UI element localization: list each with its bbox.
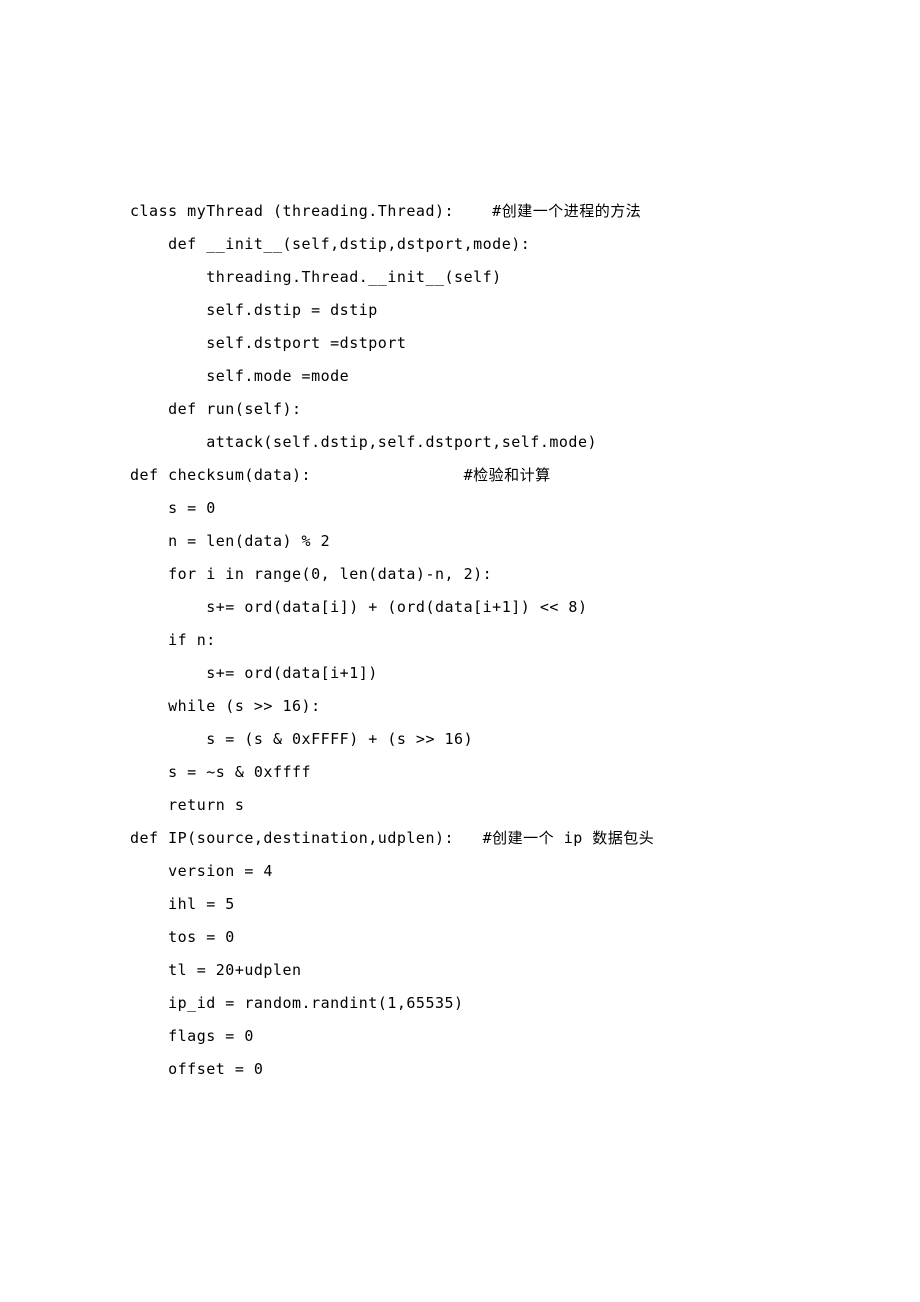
- code-line: threading.Thread.__init__(self): [130, 261, 790, 294]
- code-line: tos = 0: [130, 921, 790, 954]
- code-line: s = 0: [130, 492, 790, 525]
- code-line: self.mode =mode: [130, 360, 790, 393]
- code-line: attack(self.dstip,self.dstport,self.mode…: [130, 426, 790, 459]
- code-line: ihl = 5: [130, 888, 790, 921]
- code-line: def checksum(data): #检验和计算: [130, 459, 790, 492]
- code-line: ip_id = random.randint(1,65535): [130, 987, 790, 1020]
- code-line: offset = 0: [130, 1053, 790, 1086]
- code-line: s+= ord(data[i]) + (ord(data[i+1]) << 8): [130, 591, 790, 624]
- code-line: def __init__(self,dstip,dstport,mode):: [130, 228, 790, 261]
- code-line: tl = 20+udplen: [130, 954, 790, 987]
- code-line: while (s >> 16):: [130, 690, 790, 723]
- code-line: self.dstip = dstip: [130, 294, 790, 327]
- code-line: s+= ord(data[i+1]): [130, 657, 790, 690]
- code-line: s = (s & 0xFFFF) + (s >> 16): [130, 723, 790, 756]
- code-line: for i in range(0, len(data)-n, 2):: [130, 558, 790, 591]
- code-line: n = len(data) % 2: [130, 525, 790, 558]
- code-line: class myThread (threading.Thread): #创建一个…: [130, 195, 790, 228]
- code-line: version = 4: [130, 855, 790, 888]
- code-line: self.dstport =dstport: [130, 327, 790, 360]
- code-line: s = ~s & 0xffff: [130, 756, 790, 789]
- code-line: def run(self):: [130, 393, 790, 426]
- code-line: flags = 0: [130, 1020, 790, 1053]
- code-line: if n:: [130, 624, 790, 657]
- code-line: def IP(source,destination,udplen): #创建一个…: [130, 822, 790, 855]
- code-line: return s: [130, 789, 790, 822]
- code-document: class myThread (threading.Thread): #创建一个…: [0, 0, 920, 1206]
